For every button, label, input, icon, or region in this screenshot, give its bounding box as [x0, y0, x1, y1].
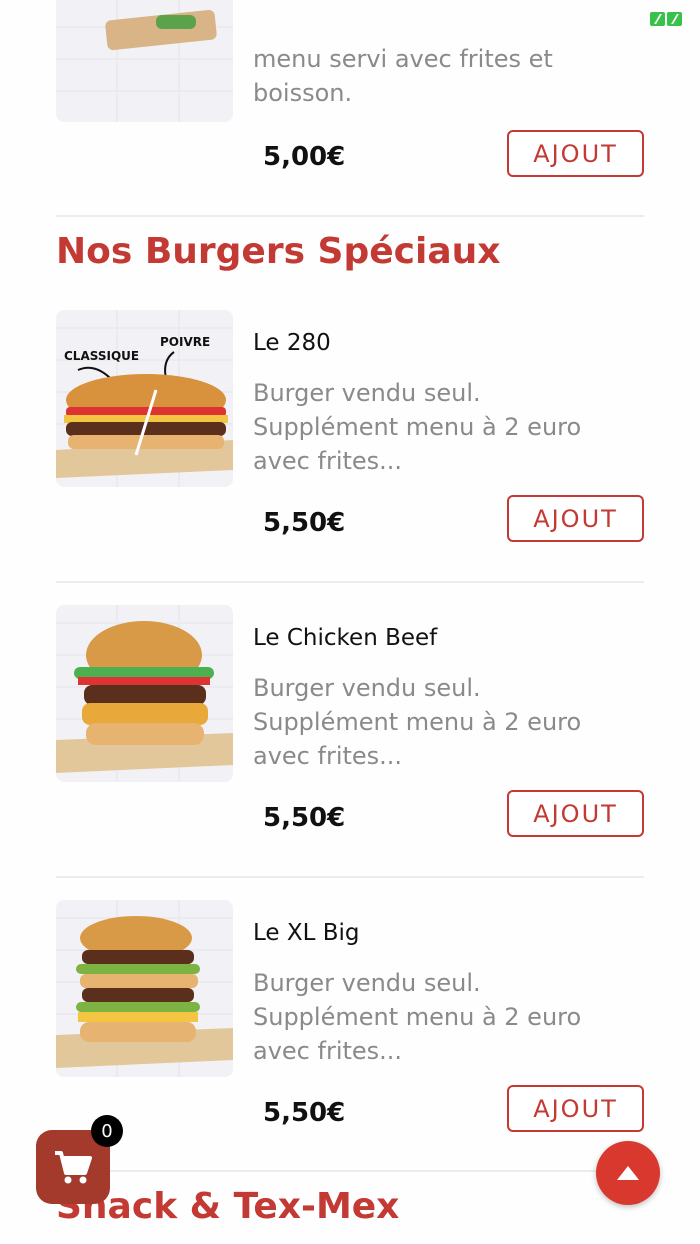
product-image: CLASSIQUE POIVRE — [56, 310, 233, 487]
label-classique: CLASSIQUE — [64, 349, 139, 363]
item-description: Burger vendu seul. Supplément menu à 2 e… — [253, 674, 582, 770]
add-button[interactable]: AJOUT — [507, 495, 644, 542]
scroll-top-button[interactable] — [596, 1141, 660, 1205]
item-price: 5,50€ — [263, 508, 346, 538]
item-description: menu servi avec frites et boisson. — [253, 45, 553, 107]
item-title: Le Chicken Beef — [253, 625, 438, 651]
list-item: menu servi avec frites et boisson. 5,00€… — [56, 0, 644, 200]
item-title: Le 280 — [253, 330, 331, 356]
label-poivre: POIVRE — [160, 335, 210, 349]
add-button[interactable]: AJOUT — [507, 1085, 644, 1132]
arrow-up-icon — [617, 1166, 639, 1180]
add-button[interactable]: AJOUT — [507, 130, 644, 177]
item-description: Burger vendu seul. Supplément menu à 2 e… — [253, 969, 582, 1065]
product-image — [56, 900, 233, 1077]
list-item: Le Chicken Beef Burger vendu seul. Suppl… — [56, 605, 644, 855]
divider — [56, 876, 644, 878]
add-button[interactable]: AJOUT — [507, 790, 644, 837]
cart-count-badge: 0 — [91, 1115, 123, 1147]
item-description: Burger vendu seul. Supplément menu à 2 e… — [253, 379, 582, 475]
item-price: 5,50€ — [263, 803, 346, 833]
divider — [56, 1170, 644, 1172]
battery-icon — [650, 12, 682, 26]
burger-image — [56, 916, 233, 1068]
list-item: Le XL Big Burger vendu seul. Supplément … — [56, 900, 644, 1150]
product-image — [56, 605, 233, 782]
item-title: Le XL Big — [253, 920, 360, 946]
section-title: Nos Burgers Spéciaux — [56, 231, 501, 272]
burger-image: CLASSIQUE POIVRE — [56, 335, 233, 478]
divider — [56, 581, 644, 583]
list-item: CLASSIQUE POIVRE Le 280 Burger vendu seu… — [56, 310, 644, 560]
item-price: 5,00€ — [263, 142, 346, 172]
item-price: 5,50€ — [263, 1098, 346, 1128]
divider — [56, 215, 644, 217]
product-image — [56, 0, 233, 122]
burger-image — [56, 621, 233, 773]
cart-icon — [55, 1151, 92, 1184]
